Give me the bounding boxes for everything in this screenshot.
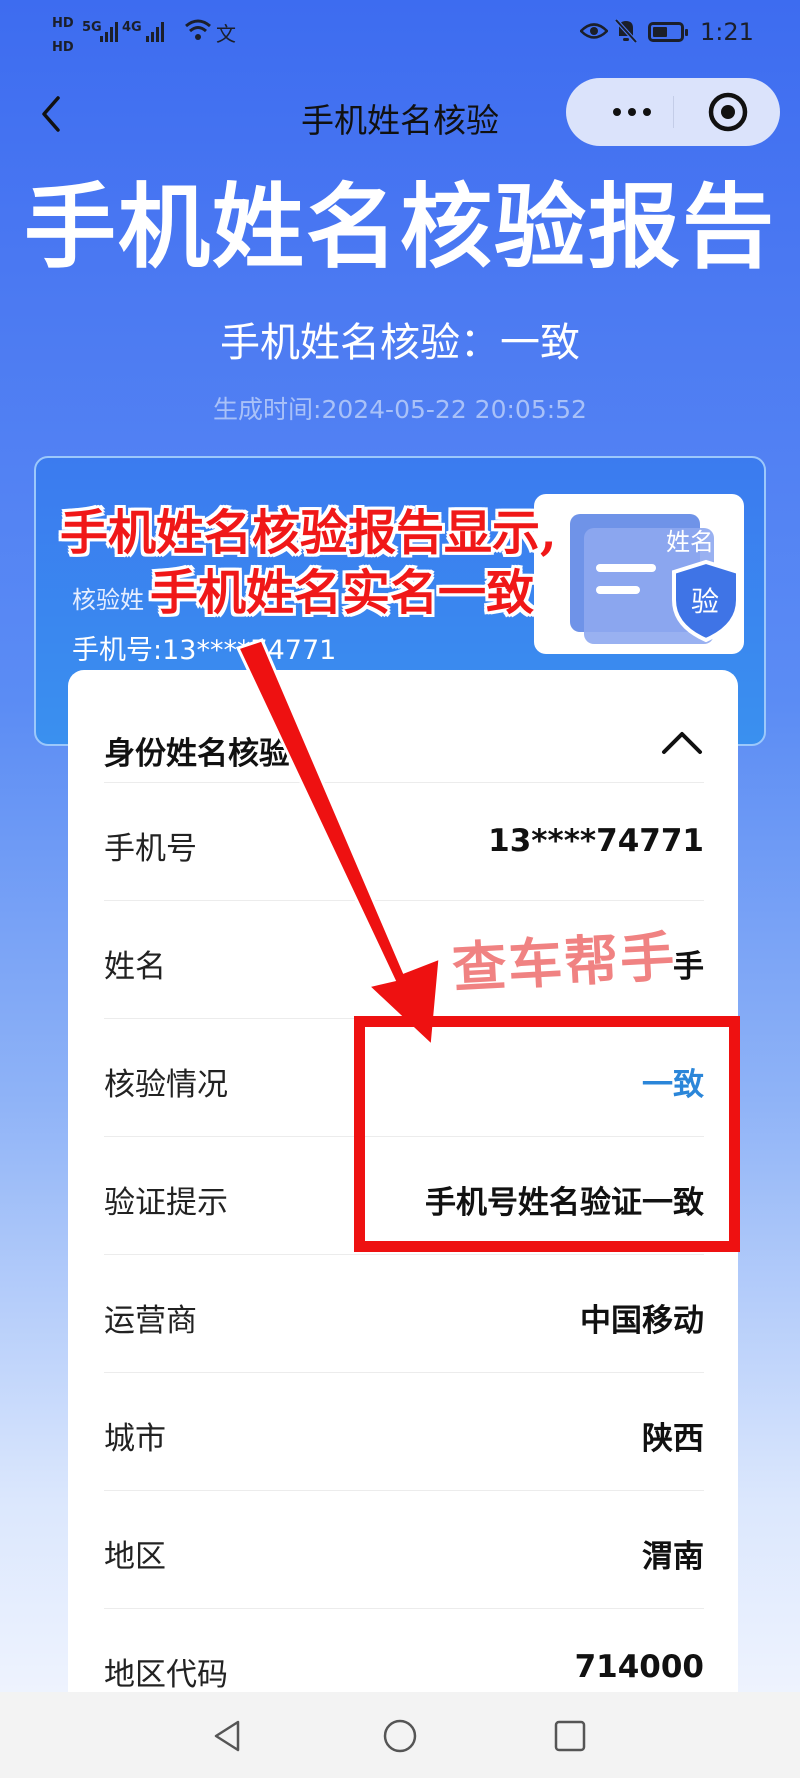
watermark-text: 查车帮手: [450, 924, 678, 1000]
close-mini-program-icon[interactable]: [706, 90, 750, 134]
row-value: 714000: [574, 1649, 704, 1685]
capsule-divider: [673, 96, 674, 128]
row-value: 手: [673, 949, 704, 985]
row-label: 运营商: [104, 1303, 197, 1339]
row-phone: 手机号 13****74771: [104, 782, 704, 900]
row-carrier: 运营商 中国移动: [104, 1254, 704, 1372]
row-value: 13****74771: [488, 823, 704, 859]
row-value: 陕西: [642, 1421, 704, 1457]
row-value: 中国移动: [580, 1303, 704, 1339]
more-options-button[interactable]: [592, 86, 672, 138]
mini-program-capsule: [566, 78, 780, 146]
network-5g-label: 5G: [82, 20, 102, 35]
system-navigation-bar: [0, 1692, 800, 1778]
chevron-up-icon[interactable]: [660, 726, 704, 756]
row-region-code: 地区代码 714000: [104, 1608, 704, 1692]
row-label: 地区代码: [104, 1657, 228, 1692]
signal-icon-2: [146, 20, 164, 42]
dot-icon: [613, 108, 621, 116]
dot-icon: [643, 108, 651, 116]
info-phone: 手机号:13****74771: [72, 635, 337, 666]
battery-icon: [648, 22, 688, 42]
row-value: 渭南: [642, 1539, 704, 1575]
input-method-icon: 文: [216, 22, 236, 46]
row-label: 姓名: [104, 949, 166, 985]
recent-apps-square-icon[interactable]: [550, 1716, 590, 1756]
home-circle-icon[interactable]: [380, 1716, 420, 1756]
row-label: 手机号: [104, 831, 197, 867]
hd-indicator: HD HD: [52, 16, 74, 55]
clock: 1:21: [700, 18, 754, 46]
panel-heading: 身份姓名核验: [104, 736, 290, 772]
screen: HD HD 5G 4G 文 1:21 手机姓名核验 手机姓名核验报告 手机姓名核…: [0, 0, 800, 1692]
signal-icon: [100, 20, 118, 42]
navigation-bar: 手机姓名核验: [0, 70, 800, 158]
back-triangle-icon[interactable]: [208, 1716, 248, 1756]
caption-line-1: 手机姓名核验报告显示,: [60, 505, 557, 561]
back-arrow-icon[interactable]: [32, 92, 72, 136]
caption-line-2: 手机姓名实名一致: [150, 565, 535, 621]
svg-text:验: 验: [691, 586, 719, 617]
row-label: 核验情况: [104, 1067, 228, 1103]
status-bar: HD HD 5G 4G 文 1:21: [0, 0, 800, 70]
annotation-caption: 手机姓名核验报告显示, 手机姓名实名一致: [60, 503, 640, 623]
generated-time: 生成时间:2024-05-22 20:05:52: [213, 395, 587, 424]
row-label: 地区: [104, 1539, 166, 1575]
row-label: 验证提示: [104, 1185, 228, 1221]
row-label: 城市: [104, 1421, 166, 1457]
dot-icon: [628, 108, 636, 116]
row-region: 地区 渭南: [104, 1490, 704, 1608]
network-4g-label: 4G: [122, 20, 142, 35]
report-subtitle: 手机姓名核验：一致: [220, 320, 580, 366]
wifi-icon: [185, 19, 211, 40]
report-title: 手机姓名核验报告: [23, 174, 776, 281]
page-title: 手机姓名核验: [301, 101, 499, 140]
bell-mute-icon: [614, 18, 638, 44]
eye-icon: [580, 23, 608, 39]
highlight-box-annotation: [354, 1016, 740, 1252]
svg-text:姓名: 姓名: [666, 529, 714, 556]
row-city: 城市 陕西: [104, 1372, 704, 1490]
